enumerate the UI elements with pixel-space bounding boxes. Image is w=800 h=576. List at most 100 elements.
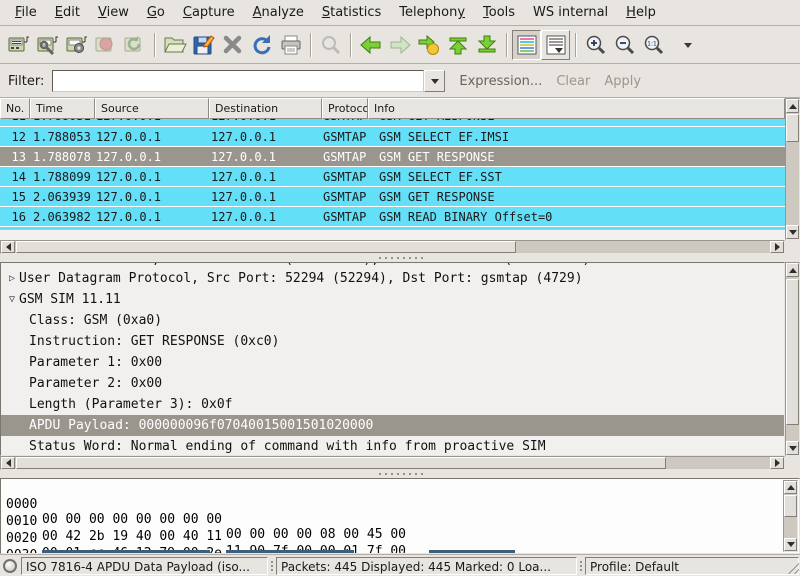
cell-source: 127.0.0.1: [95, 130, 209, 144]
menu-go[interactable]: Go: [138, 2, 174, 23]
capture-restart-button[interactable]: [120, 30, 149, 60]
menu-statistics[interactable]: Statistics: [313, 2, 390, 23]
column-header-source[interactable]: Source: [95, 98, 209, 119]
list-interfaces-button[interactable]: [4, 30, 33, 60]
expander-expanded-icon[interactable]: [5, 294, 19, 305]
scroll-up-button[interactable]: [784, 481, 797, 494]
menu-view[interactable]: View: [89, 2, 138, 23]
scroll-up-button[interactable]: [786, 99, 799, 113]
cell-time: 2.063982: [30, 210, 95, 224]
filter-input[interactable]: [52, 70, 424, 92]
column-header-destination[interactable]: Destination: [209, 98, 322, 119]
packet-row[interactable]: 14 1.788099 127.0.0.1 127.0.0.1 GSMTAP G…: [0, 166, 785, 186]
clear-button[interactable]: Clear: [556, 74, 590, 89]
packet-row[interactable]: 12 1.788053 127.0.0.1 127.0.0.1 GSMTAP G…: [0, 126, 785, 146]
hex-vscrollbar[interactable]: [783, 480, 798, 552]
hex-row[interactable]: 0000 00 00 00 00 00 00 00 00 00 00 00 00…: [1, 482, 799, 499]
packet-row-selected[interactable]: 13 1.788078 127.0.0.1 127.0.0.1 GSMTAP G…: [0, 146, 785, 166]
cell-destination: 127.0.0.1: [209, 119, 322, 123]
scroll-thumb[interactable]: [786, 114, 799, 142]
details-hscrollbar[interactable]: [0, 456, 785, 470]
goto-packet-button[interactable]: [414, 30, 443, 60]
expert-info-icon[interactable]: [3, 559, 17, 573]
expression-button[interactable]: Expression...: [459, 74, 542, 89]
column-header-protocol[interactable]: Protocol: [322, 98, 368, 119]
detail-row[interactable]: Length (Parameter 3): 0x0f: [1, 394, 784, 415]
packet-row-partial[interactable]: [0, 226, 785, 230]
detail-row[interactable]: Parameter 1: 0x00: [1, 352, 784, 373]
find-packet-button[interactable]: [316, 30, 345, 60]
detail-row-selected[interactable]: APDU Payload: 000000096f0704001500150102…: [1, 415, 784, 436]
scroll-right-button[interactable]: [770, 241, 784, 253]
menu-edit[interactable]: Edit: [46, 2, 89, 23]
scroll-thumb[interactable]: [16, 241, 516, 253]
packet-row[interactable]: 15 2.063939 127.0.0.1 127.0.0.1 GSMTAP G…: [0, 186, 785, 206]
menu-telephony[interactable]: Telephony: [390, 2, 474, 23]
close-capture-button[interactable]: [218, 30, 247, 60]
chevron-down-icon: [684, 43, 692, 48]
apply-button[interactable]: Apply: [604, 74, 641, 89]
capture-options-button[interactable]: [33, 30, 62, 60]
menu-capture[interactable]: Capture: [174, 2, 244, 23]
goto-bottom-button[interactable]: [472, 30, 501, 60]
detail-row[interactable]: Class: GSM (0xa0): [1, 310, 784, 331]
print-button[interactable]: [276, 30, 305, 60]
zoom-in-button[interactable]: [581, 30, 610, 60]
filter-dropdown-button[interactable]: [424, 70, 445, 92]
colorize-toggle[interactable]: [512, 30, 541, 60]
goto-top-button[interactable]: [443, 30, 472, 60]
column-header-info[interactable]: Info: [368, 98, 785, 119]
capture-restart-icon: [123, 33, 147, 57]
detail-row[interactable]: GSM SIM 11.11: [1, 289, 784, 310]
packet-list-hscrollbar[interactable]: [0, 240, 785, 254]
scroll-left-button[interactable]: [1, 457, 15, 469]
scroll-down-button[interactable]: [784, 538, 797, 551]
packet-list-vscrollbar[interactable]: [785, 98, 800, 240]
menu-analyze[interactable]: Analyze: [244, 2, 313, 23]
cell-destination: 127.0.0.1: [209, 170, 322, 184]
scroll-thumb[interactable]: [16, 457, 666, 469]
column-header-no[interactable]: No.: [0, 98, 30, 119]
more-tools-button[interactable]: [668, 30, 697, 60]
autoscroll-toggle[interactable]: [541, 30, 570, 60]
capture-stop-button[interactable]: [91, 30, 120, 60]
hex-row[interactable]: 0020 00 01 cc 46 12 79 00 2e fe 41 02 04…: [1, 516, 799, 533]
menu-ws-internal[interactable]: WS internal: [524, 2, 617, 23]
details-vscrollbar[interactable]: [785, 262, 800, 456]
packet-row[interactable]: 16 2.063982 127.0.0.1 127.0.0.1 GSMTAP G…: [0, 206, 785, 226]
open-file-button[interactable]: [160, 30, 189, 60]
go-forward-button[interactable]: [385, 30, 414, 60]
scroll-down-button[interactable]: [786, 225, 799, 239]
reload-button[interactable]: [247, 30, 276, 60]
triangle-down-icon: [787, 542, 795, 547]
scroll-up-button[interactable]: [786, 263, 799, 277]
zoom-100-button[interactable]: 1:1: [639, 30, 668, 60]
menu-file[interactable]: File: [6, 2, 46, 23]
packet-bytes-pane[interactable]: 0000 00 00 00 00 00 00 00 00 00 00 00 00…: [0, 478, 800, 554]
scroll-thumb[interactable]: [784, 495, 797, 517]
packet-row-partial[interactable]: 11 1.788031 127.0.0.1 127.0.0.1 GSMTAP G…: [0, 119, 785, 126]
go-back-button[interactable]: [356, 30, 385, 60]
pane-splitter[interactable]: [0, 470, 800, 478]
scroll-left-button[interactable]: [1, 241, 15, 253]
status-separator[interactable]: [579, 560, 583, 572]
scroll-thumb[interactable]: [786, 279, 799, 425]
detail-row[interactable]: Instruction: GET RESPONSE (0xc0): [1, 331, 784, 352]
menu-help[interactable]: Help: [617, 2, 665, 23]
menu-tools[interactable]: Tools: [474, 2, 524, 23]
zoom-out-button[interactable]: [610, 30, 639, 60]
status-separator[interactable]: [270, 560, 274, 572]
detail-row[interactable]: Status Word: Normal ending of command wi…: [1, 436, 784, 456]
capture-start-button[interactable]: [62, 30, 91, 60]
pane-splitter[interactable]: [0, 254, 800, 262]
hex-row[interactable]: 0030 00 00 00 00 00 00 00 00 00 00 a0 c0…: [1, 533, 799, 550]
triangle-up-icon: [789, 268, 797, 273]
hex-row[interactable]: 0010 00 42 2b 19 40 00 40 11 11 90 7f 00…: [1, 499, 799, 516]
detail-row[interactable]: User Datagram Protocol, Src Port: 52294 …: [1, 268, 784, 289]
scroll-right-button[interactable]: [770, 457, 784, 469]
detail-row[interactable]: Parameter 2: 0x00: [1, 373, 784, 394]
expander-collapsed-icon[interactable]: [5, 273, 19, 284]
save-file-button[interactable]: [189, 30, 218, 60]
column-header-time[interactable]: Time: [30, 98, 95, 119]
scroll-down-button[interactable]: [786, 441, 799, 455]
